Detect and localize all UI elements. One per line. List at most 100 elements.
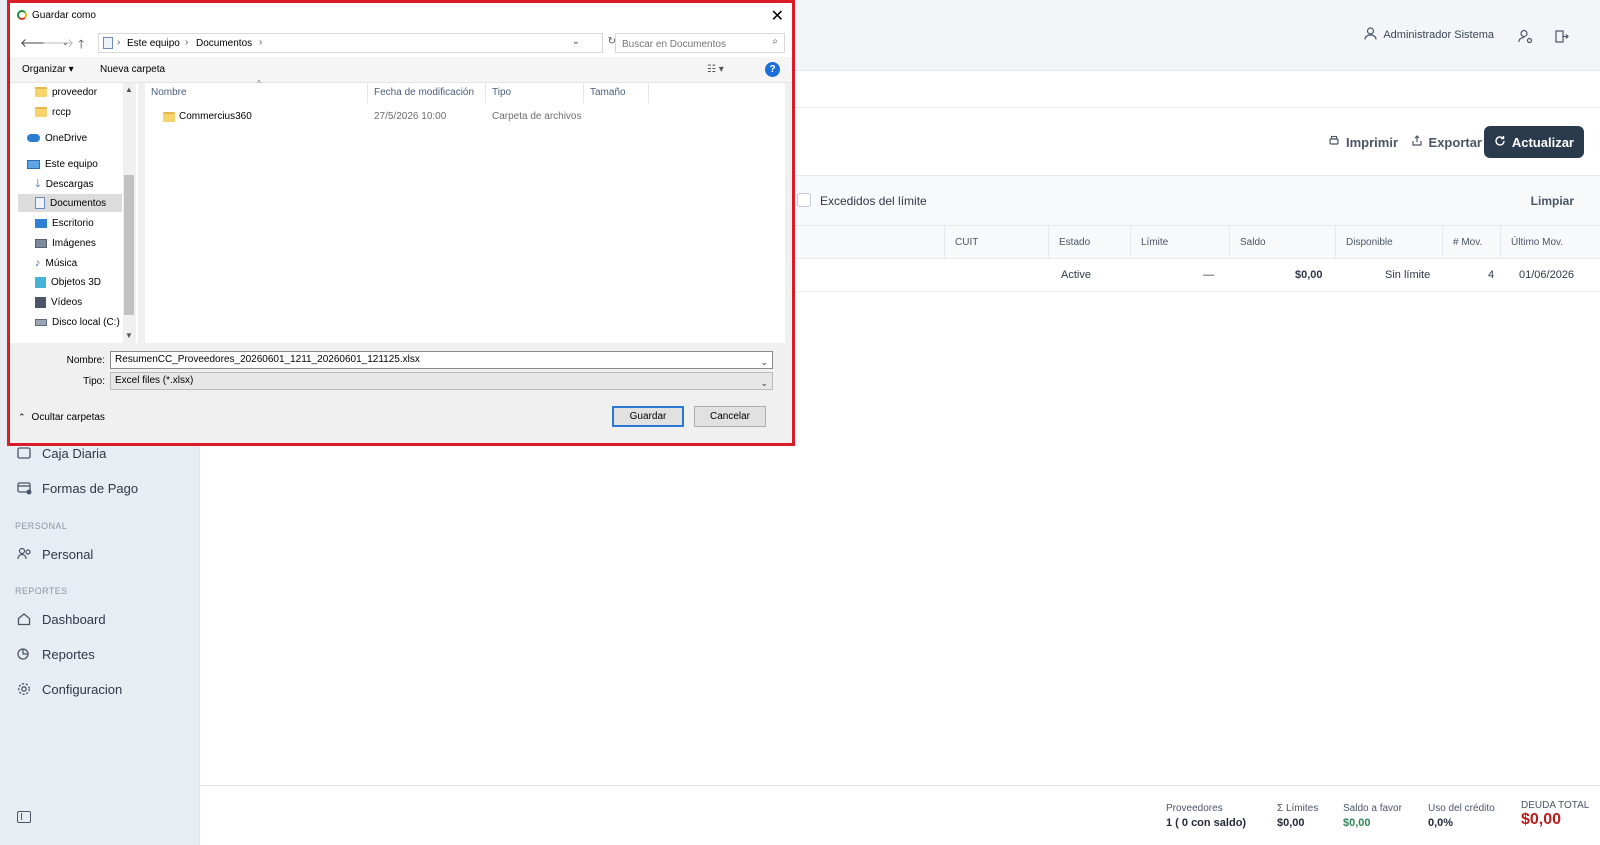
music-icon: ♪ xyxy=(35,257,41,269)
view-options-icon[interactable]: ☷ ▾ xyxy=(707,64,724,75)
tree-item-descargas[interactable]: 🡓 Descargas xyxy=(35,175,94,193)
chevron-up-icon: ⌃ xyxy=(18,412,26,422)
export-icon xyxy=(1411,134,1423,150)
refresh-icon xyxy=(1494,135,1506,150)
filetype-select[interactable]: Excel files (*.xlsx) ⌄ xyxy=(110,372,773,390)
dialog-title: Guardar como xyxy=(32,10,96,21)
column-header[interactable]: Estado xyxy=(1048,226,1130,259)
cancel-button[interactable]: Cancelar xyxy=(694,406,766,427)
cell-saldo: $0,00 xyxy=(1295,269,1323,281)
column-header-fecha[interactable]: Fecha de modificación xyxy=(368,83,486,103)
download-icon: 🡓 xyxy=(35,177,41,190)
navigation-tree: proveedor rccp OneDrive Este equipo 🡓 Des… xyxy=(10,83,138,343)
tree-item-proveedor[interactable]: proveedor xyxy=(35,83,97,101)
file-row[interactable]: Commercius360 27/5/2026 10:00 Carpeta de… xyxy=(145,107,785,127)
folder-icon xyxy=(35,107,47,117)
filetype-label: Tipo: xyxy=(83,376,105,387)
file-list: Nombre Fecha de modificación Tipo Tamaño… xyxy=(145,79,785,343)
tree-item-rccp[interactable]: rccp xyxy=(35,103,71,121)
organize-button[interactable]: Organizar ▾ xyxy=(22,64,74,75)
column-header[interactable]: Último Mov. xyxy=(1500,226,1600,259)
home-icon xyxy=(16,611,32,627)
up-arrow-icon[interactable]: 🡑 xyxy=(78,35,84,56)
save-button[interactable]: Guardar xyxy=(612,406,684,427)
desktop-icon xyxy=(35,218,47,228)
document-icon xyxy=(35,197,45,209)
collapse-sidebar-icon[interactable] xyxy=(17,811,31,823)
save-as-dialog: Guardar como ✕ 🡐 🡒 ⌄ 🡑 › Este equipo › D… xyxy=(7,0,795,446)
refresh-button[interactable]: Actualizar xyxy=(1483,126,1584,158)
clear-filters-button[interactable]: Limpiar xyxy=(1531,194,1574,208)
chevron-down-icon[interactable]: ⌄ xyxy=(572,36,580,47)
cube-icon xyxy=(35,276,46,288)
computer-icon xyxy=(27,159,40,169)
tree-item-objetos-3d[interactable]: Objetos 3D xyxy=(35,273,101,291)
sidebar-item-label: Reportes xyxy=(42,646,95,662)
filename-input[interactable]: ResumenCC_Proveedores_20260601_1211_2026… xyxy=(110,351,773,369)
breadcrumb-documentos[interactable]: Documentos xyxy=(196,38,252,49)
help-icon[interactable]: ? xyxy=(765,62,780,77)
search-icon[interactable]: ⌕ xyxy=(772,36,778,47)
sidebar-item-configuracion[interactable]: Configuracion xyxy=(16,681,122,697)
tree-item-onedrive[interactable]: OneDrive xyxy=(27,129,87,147)
forward-arrow-icon[interactable]: 🡒 xyxy=(42,35,74,50)
tree-item-imagenes[interactable]: Imágenes xyxy=(35,234,96,252)
sidebar-item-label: Formas de Pago xyxy=(42,480,139,496)
summary-footer: Proveedores 1 ( 0 con saldo) Σ Límites $… xyxy=(200,785,1600,845)
logout-icon[interactable] xyxy=(1552,27,1570,45)
new-folder-button[interactable]: Nueva carpeta xyxy=(100,64,165,75)
address-bar[interactable]: › Este equipo › Documentos › ⌄ ↻ xyxy=(98,33,616,53)
chevron-down-icon[interactable]: ⌄ xyxy=(760,354,768,370)
user-icon xyxy=(1364,27,1377,43)
file-date: 27/5/2026 10:00 xyxy=(374,111,447,122)
column-header[interactable]: CUIT xyxy=(944,226,1048,259)
breadcrumb-separator: › xyxy=(259,37,263,48)
column-header-tamano[interactable]: Tamaño xyxy=(584,83,649,103)
column-header[interactable]: Saldo xyxy=(1229,226,1335,259)
scrollbar-thumb[interactable] xyxy=(124,175,134,315)
chevron-down-icon[interactable]: ⌄ xyxy=(760,375,768,391)
sidebar-item-personal[interactable]: Personal xyxy=(16,546,93,562)
search-input[interactable] xyxy=(616,35,756,54)
column-header-tipo[interactable]: Tipo xyxy=(486,83,584,103)
user-settings-icon[interactable] xyxy=(1516,27,1534,45)
export-button[interactable]: Exportar xyxy=(1411,126,1482,158)
chrome-icon xyxy=(17,10,27,20)
print-button[interactable]: Imprimir xyxy=(1328,126,1398,158)
recent-locations-chevron-icon[interactable]: ⌄ xyxy=(62,38,69,47)
sidebar-item-formas-de-pago[interactable]: Formas de Pago xyxy=(16,480,138,496)
cell-mov: 4 xyxy=(1488,269,1495,281)
dialog-title-bar: Guardar como ✕ xyxy=(10,3,792,29)
scroll-up-icon[interactable]: ▲ xyxy=(125,85,133,94)
tree-scrollbar[interactable]: ▲ ▼ xyxy=(123,83,136,343)
tree-item-musica[interactable]: ♪ Música xyxy=(35,254,77,272)
document-icon xyxy=(103,37,113,49)
exceeded-limit-checkbox[interactable] xyxy=(797,193,811,207)
filetype-row: Tipo: Excel files (*.xlsx) ⌄ xyxy=(10,372,792,392)
sidebar-item-label: Caja Diaria xyxy=(42,445,107,461)
tree-item-videos[interactable]: Vídeos xyxy=(35,293,82,311)
cash-register-icon xyxy=(16,445,32,461)
sidebar-item-label: Configuracion xyxy=(42,681,123,697)
tree-item-documentos[interactable]: Documentos xyxy=(18,194,122,212)
tree-item-escritorio[interactable]: Escritorio xyxy=(35,214,94,232)
column-header[interactable]: Límite xyxy=(1130,226,1229,259)
tree-item-este-equipo[interactable]: Este equipo xyxy=(27,155,98,173)
scroll-down-icon[interactable]: ▼ xyxy=(125,331,133,340)
column-header[interactable]: # Mov. xyxy=(1442,226,1500,259)
column-header[interactable]: Disponible xyxy=(1335,226,1442,259)
image-icon xyxy=(35,238,47,248)
sidebar-item-caja-diaria[interactable]: Caja Diaria xyxy=(16,445,106,461)
sidebar-item-label: Dashboard xyxy=(42,611,106,627)
hide-folders-toggle[interactable]: ⌃ Ocultar carpetas xyxy=(18,412,105,423)
tree-item-disco-local[interactable]: Disco local (C:) xyxy=(35,313,120,331)
sidebar-section-personal: PERSONAL xyxy=(15,521,68,531)
sidebar-item-dashboard[interactable]: Dashboard xyxy=(16,611,106,627)
breadcrumb-este-equipo[interactable]: Este equipo xyxy=(127,38,180,49)
user-menu[interactable]: Administrador Sistema xyxy=(1364,27,1494,43)
cell-disponible: Sin límite xyxy=(1385,269,1431,281)
drive-icon xyxy=(35,318,47,326)
sidebar-item-reportes[interactable]: Reportes xyxy=(16,646,95,662)
close-icon[interactable]: ✕ xyxy=(771,6,784,26)
file-name: Commercius360 xyxy=(179,111,252,122)
